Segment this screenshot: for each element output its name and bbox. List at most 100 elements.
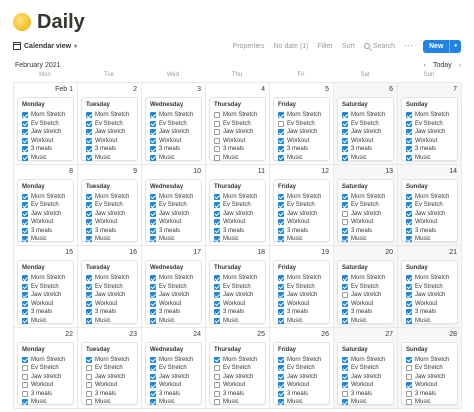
checkbox[interactable]: [278, 309, 284, 316]
checkbox[interactable]: [342, 275, 348, 282]
daily-entry-card[interactable]: Monday Morn Stretch Ev Stretch Jaw stretch W…: [17, 178, 74, 243]
checkbox[interactable]: [22, 317, 28, 324]
checkbox[interactable]: [86, 236, 92, 243]
daily-entry-card[interactable]: Monday Morn Stretch Ev Stretch Jaw stretch W…: [17, 260, 74, 324]
checkbox[interactable]: [86, 399, 92, 406]
checkbox[interactable]: [342, 146, 348, 153]
checkbox[interactable]: [342, 399, 348, 406]
daily-entry-card[interactable]: Wednesday Morn Stretch Ev Stretch Jaw stret…: [145, 178, 202, 243]
calendar-day-cell[interactable]: 19 Friday Morn Stretch Ev Stretch Jaw stretc…: [270, 246, 334, 328]
calendar-day-cell[interactable]: 17 Wednesday Morn Stretch Ev Stretch Jaw str…: [142, 246, 206, 328]
checkbox[interactable]: [22, 300, 28, 307]
search-button[interactable]: Search: [363, 43, 395, 50]
daily-entry-card[interactable]: Wednesday Morn Stretch Ev Stretch Jaw stret…: [145, 97, 202, 161]
checkbox[interactable]: [406, 365, 412, 372]
calendar-day-cell[interactable]: 6 Saturday Morn Stretch Ev Stretch Jaw stret…: [334, 83, 398, 165]
checkbox[interactable]: [406, 309, 412, 316]
checkbox[interactable]: [22, 365, 28, 372]
daily-entry-card[interactable]: Friday Morn Stretch Ev Stretch Jaw stretch W…: [273, 97, 330, 161]
checkbox[interactable]: [406, 193, 412, 200]
daily-entry-card[interactable]: Tuesday Morn Stretch Ev Stretch Jaw stretch…: [81, 260, 138, 324]
checkbox[interactable]: [150, 210, 156, 217]
checkbox[interactable]: [406, 300, 412, 307]
checkbox[interactable]: [86, 356, 92, 363]
checkbox[interactable]: [278, 137, 284, 144]
checkbox[interactable]: [214, 227, 220, 234]
calendar-day-cell[interactable]: 12 Friday Morn Stretch Ev Stretch Jaw stretc…: [270, 164, 334, 246]
checkbox[interactable]: [150, 317, 156, 324]
checkbox[interactable]: [22, 112, 28, 119]
checkbox[interactable]: [278, 120, 284, 127]
checkbox[interactable]: [214, 373, 220, 380]
calendar-day-cell[interactable]: 2 Tuesday Morn Stretch Ev Stretch Jaw stretc…: [78, 83, 142, 165]
checkbox[interactable]: [22, 356, 28, 363]
calendar-day-cell[interactable]: 20 Saturday Morn Stretch Ev Stretch Jaw stre…: [334, 246, 398, 328]
checkbox[interactable]: [342, 129, 348, 136]
checkbox[interactable]: [150, 382, 156, 389]
checkbox[interactable]: [278, 146, 284, 153]
checkbox[interactable]: [22, 390, 28, 397]
checkbox[interactable]: [406, 356, 412, 363]
daily-entry-card[interactable]: Friday Morn Stretch Ev Stretch Jaw stretch W…: [273, 341, 330, 406]
checkbox[interactable]: [22, 292, 28, 299]
checkbox[interactable]: [86, 219, 92, 226]
checkbox[interactable]: [22, 227, 28, 234]
checkbox[interactable]: [150, 219, 156, 226]
checkbox[interactable]: [150, 300, 156, 307]
checkbox[interactable]: [86, 365, 92, 372]
checkbox[interactable]: [342, 112, 348, 119]
checkbox[interactable]: [278, 227, 284, 234]
checkbox[interactable]: [86, 382, 92, 389]
daily-entry-card[interactable]: Saturday Morn Stretch Ev Stretch Jaw stretc…: [337, 97, 394, 161]
daily-entry-card[interactable]: Saturday Morn Stretch Ev Stretch Jaw stretc…: [337, 178, 394, 243]
checkbox[interactable]: [214, 283, 220, 290]
checkbox[interactable]: [150, 365, 156, 372]
calendar-day-cell[interactable]: 24 Wednesday Morn Stretch Ev Stretch Jaw str…: [142, 327, 206, 409]
checkbox[interactable]: [278, 356, 284, 363]
checkbox[interactable]: [214, 309, 220, 316]
checkbox[interactable]: [406, 227, 412, 234]
checkbox[interactable]: [278, 365, 284, 372]
checkbox[interactable]: [342, 292, 348, 299]
checkbox[interactable]: [214, 356, 220, 363]
checkbox[interactable]: [406, 292, 412, 299]
checkbox[interactable]: [342, 193, 348, 200]
daily-entry-card[interactable]: Sunday Morn Stretch Ev Stretch Jaw stretch W…: [401, 260, 458, 324]
checkbox[interactable]: [406, 236, 412, 243]
calendar-day-cell[interactable]: Feb 1 Monday Morn Stretch Ev Stretch Jaw str…: [14, 83, 78, 165]
calendar-day-cell[interactable]: 13 Saturday Morn Stretch Ev Stretch Jaw stre…: [334, 164, 398, 246]
checkbox[interactable]: [214, 275, 220, 282]
checkbox[interactable]: [150, 390, 156, 397]
checkbox[interactable]: [86, 275, 92, 282]
checkbox[interactable]: [150, 373, 156, 380]
checkbox[interactable]: [214, 365, 220, 372]
checkbox[interactable]: [406, 373, 412, 380]
daily-entry-card[interactable]: Friday Morn Stretch Ev Stretch Jaw stretch W…: [273, 178, 330, 243]
more-options-button[interactable]: ···: [404, 43, 414, 50]
checkbox[interactable]: [86, 193, 92, 200]
daily-entry-card[interactable]: Tuesday Morn Stretch Ev Stretch Jaw stretch…: [81, 97, 138, 161]
checkbox[interactable]: [278, 292, 284, 299]
calendar-day-cell[interactable]: 3 Wednesday Morn Stretch Ev Stretch Jaw stre…: [142, 83, 206, 165]
checkbox[interactable]: [278, 382, 284, 389]
checkbox[interactable]: [22, 129, 28, 136]
properties-button[interactable]: Properties: [233, 43, 265, 50]
checkbox[interactable]: [278, 210, 284, 217]
checkbox[interactable]: [22, 399, 28, 406]
checkbox[interactable]: [342, 154, 348, 161]
checkbox[interactable]: [406, 210, 412, 217]
calendar-day-cell[interactable]: 16 Tuesday Morn Stretch Ev Stretch Jaw stret…: [78, 246, 142, 328]
checkbox[interactable]: [406, 275, 412, 282]
checkbox[interactable]: [86, 112, 92, 119]
checkbox[interactable]: [278, 300, 284, 307]
daily-entry-card[interactable]: Thursday Morn Stretch Ev Stretch Jaw stretc…: [209, 97, 266, 161]
checkbox[interactable]: [86, 129, 92, 136]
checkbox[interactable]: [214, 210, 220, 217]
checkbox[interactable]: [214, 137, 220, 144]
checkbox[interactable]: [406, 112, 412, 119]
checkbox[interactable]: [214, 202, 220, 209]
checkbox[interactable]: [150, 137, 156, 144]
checkbox[interactable]: [86, 300, 92, 307]
checkbox[interactable]: [22, 382, 28, 389]
checkbox[interactable]: [342, 300, 348, 307]
